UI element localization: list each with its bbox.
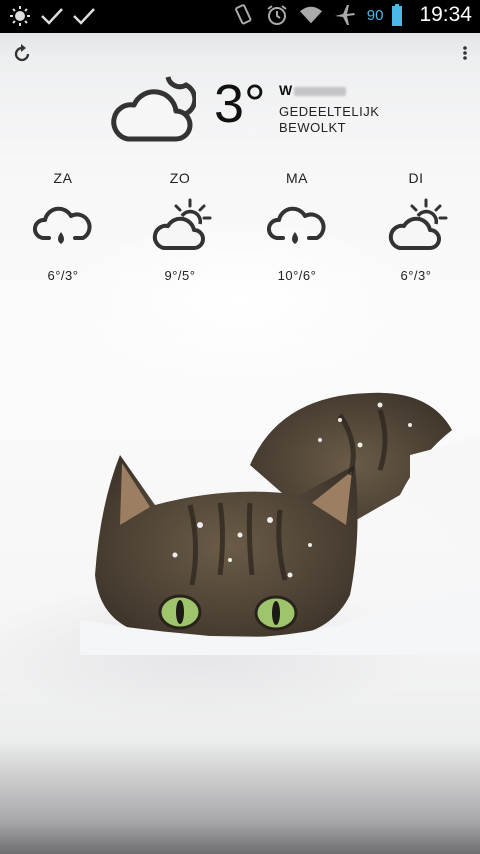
battery-level: 90: [366, 6, 384, 24]
current-weather: 3° W GEDEELTELIJK BEWOLKT: [0, 62, 480, 152]
day-temperatures: 9°/5°: [164, 268, 196, 283]
partly-sunny-icon: [150, 198, 212, 254]
day-temperatures: 6°/3°: [47, 268, 79, 283]
cat-in-snow-image: [80, 385, 480, 655]
wifi-icon: [299, 3, 323, 27]
partly-cloudy-night-icon: [108, 67, 198, 147]
day-name: MA: [286, 170, 308, 186]
day-name: ZO: [169, 170, 191, 186]
partly-sunny-icon: [386, 198, 448, 254]
condition-text: GEDEELTELIJK BEWOLKT: [279, 104, 380, 135]
day-name: DI: [408, 170, 424, 186]
rain-cloud-icon: [267, 198, 327, 254]
day-temperatures: 6°/3°: [400, 268, 432, 283]
airplane-icon: [333, 3, 357, 27]
status-bar: 90 19:34: [0, 0, 480, 33]
forecast-day[interactable]: MA 10°/6°: [252, 170, 342, 283]
alarm-icon: [265, 3, 289, 27]
battery-icon: [385, 3, 409, 27]
forecast-day[interactable]: ZO 9°/5°: [135, 170, 225, 283]
check-icon: [72, 4, 96, 28]
brightness-icon: [8, 4, 32, 28]
vibrate-icon: [231, 3, 255, 27]
forecast: ZA 6°/3° ZO 9°/5° MA 10°/6° DI 6°/3°: [0, 170, 480, 295]
city-name: W: [279, 82, 347, 98]
clock: 19:34: [419, 3, 472, 26]
overflow-menu-button[interactable]: [460, 44, 470, 64]
day-temperatures: 10°/6°: [277, 268, 317, 283]
overflow-menu-icon: [463, 46, 467, 60]
rain-cloud-icon: [33, 198, 93, 254]
forecast-day[interactable]: DI 6°/3°: [371, 170, 461, 283]
current-temperature: 3°: [214, 74, 266, 134]
check-icon: [40, 4, 64, 28]
forecast-day[interactable]: ZA 6°/3°: [18, 170, 108, 283]
day-name: ZA: [53, 170, 73, 186]
